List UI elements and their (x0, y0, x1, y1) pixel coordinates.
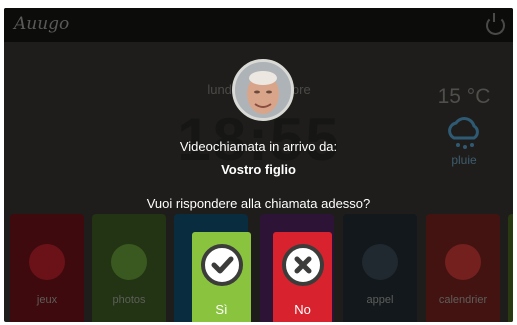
temperature: 15 °C (437, 85, 491, 108)
close-icon (282, 244, 324, 286)
tile-label: photos (112, 294, 146, 306)
tile-label: appel (366, 294, 394, 306)
tile-jeux[interactable]: jeux (10, 214, 84, 322)
decline-label: No (294, 302, 311, 317)
avatar-photo (235, 62, 291, 118)
top-bar: Auugo (4, 8, 513, 42)
accept-button[interactable]: Sì (192, 232, 251, 322)
answer-question: Vuoi rispondere alla chiamata adesso? (146, 196, 371, 211)
caller-avatar (232, 59, 294, 121)
app-logo: Auugo (14, 14, 70, 34)
call-title: Videochiamata in arrivo da: (179, 139, 338, 154)
tile-label: jeux (36, 294, 58, 306)
tile-calendrier[interactable]: calendrier (426, 214, 500, 322)
tablet-screen: Auugo lundi 2 septembre 18:55 15 °C plui… (4, 8, 513, 322)
chess-icon (29, 244, 65, 280)
checkmark-icon (201, 244, 243, 286)
image-icon (111, 244, 147, 280)
accept-label: Sì (215, 302, 228, 317)
phone-icon (362, 244, 398, 280)
caller-name: Vostro figlio (221, 162, 296, 177)
tile-label: calendrier (438, 294, 488, 306)
power-icon[interactable] (486, 13, 505, 35)
decline-button[interactable]: No (273, 232, 332, 322)
tile-appel[interactable]: appel (343, 214, 417, 322)
calendar-icon (445, 244, 481, 280)
tile-photos[interactable]: photos (92, 214, 166, 322)
tile-green[interactable] (508, 214, 513, 322)
